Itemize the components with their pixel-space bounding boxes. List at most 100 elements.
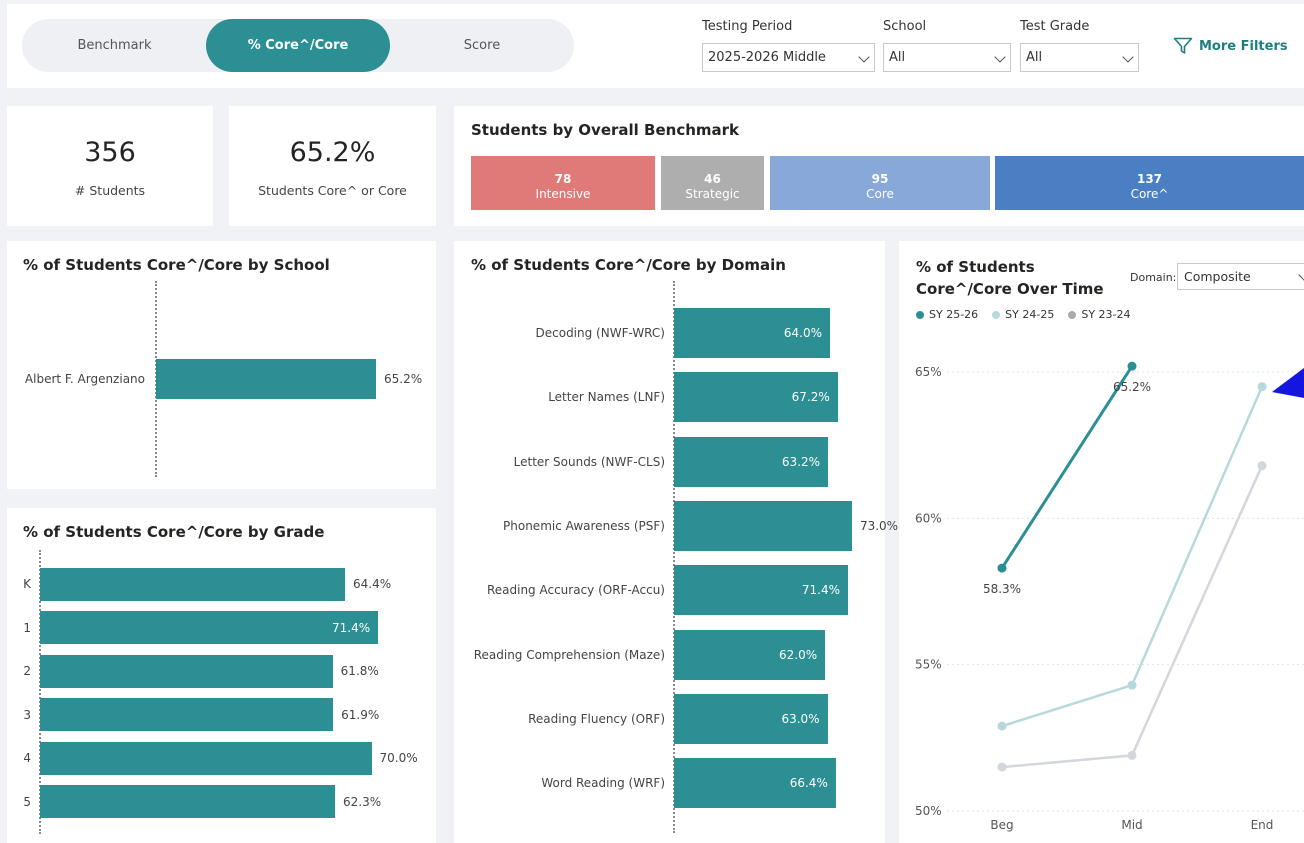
testing-period-filter: Testing Period 2025-2026 Middle: [702, 19, 875, 72]
data-label: 64.4%: [353, 577, 392, 591]
benchmark-segment-core[interactable]: 95 Core: [770, 156, 990, 210]
benchmark-segment-strategic[interactable]: 46 Strategic: [661, 156, 764, 210]
school-dropdown[interactable]: All: [883, 43, 1011, 72]
segment-label: Strategic: [685, 187, 740, 201]
category-label: 4: [23, 751, 31, 765]
test-grade-dropdown[interactable]: All: [1020, 43, 1139, 72]
pointer-arrow-icon: [1272, 368, 1304, 398]
core-kpi-card: 65.2% Students Core^ or Core: [229, 106, 436, 226]
category-label: Albert F. Argenziano: [24, 372, 145, 386]
benchmark-title: Students by Overall Benchmark: [471, 121, 740, 139]
axis-line: [673, 281, 675, 833]
tab-score[interactable]: Score: [390, 19, 574, 72]
category-label: Reading Comprehension (Maze): [473, 647, 665, 662]
test-grade-value: All: [1026, 50, 1043, 65]
school-value: All: [889, 50, 906, 65]
time-chart-card: % of Students Core^/Core Over Time Domai…: [899, 241, 1304, 843]
bar[interactable]: [156, 359, 376, 399]
category-label: Reading Accuracy (ORF-Accu): [486, 583, 665, 598]
category-label: 2: [23, 664, 31, 678]
school-chart-title: % of Students Core^/Core by School: [23, 256, 330, 274]
tab-benchmark[interactable]: Benchmark: [22, 19, 207, 72]
benchmark-card: Students by Overall Benchmark 78 Intensi…: [454, 106, 1304, 226]
data-label: 63.2%: [781, 454, 821, 469]
data-label: 62.3%: [343, 794, 382, 809]
data-label: 62.0%: [779, 647, 818, 662]
series-point: [1257, 382, 1267, 392]
chevron-down-icon: [1122, 51, 1134, 63]
benchmark-segment-intensive[interactable]: 78 Intensive: [471, 156, 655, 210]
chevron-down-icon: [858, 51, 870, 63]
category-label: Letter Sounds (NWF-CLS): [513, 454, 665, 469]
point-data-label: 65.2%: [1113, 380, 1151, 394]
data-label: 70.0%: [379, 751, 418, 765]
category-label: Phonemic Awareness (PSF): [503, 518, 665, 533]
category-label: Reading Fluency (ORF): [528, 711, 665, 726]
data-label: 64.0%: [783, 326, 822, 340]
grade-chart-card: % of Students Core^/Core by Grade K 64.4%…: [7, 508, 436, 843]
series-point: [1257, 461, 1267, 471]
more-filters-button[interactable]: More Filters: [1173, 37, 1288, 55]
top-bar: Benchmark % Core^/Core Score Testing Per…: [7, 4, 1304, 88]
bar[interactable]: [40, 567, 345, 601]
tab-core-percent[interactable]: % Core^/Core: [206, 19, 390, 72]
testing-period-label: Testing Period: [702, 19, 793, 34]
students-count-label: # Students: [74, 183, 146, 198]
students-kpi-card: 356 # Students: [7, 106, 213, 226]
data-label: 71.4%: [332, 620, 371, 635]
grade-chart-title: % of Students Core^/Core by Grade: [23, 523, 325, 541]
data-label: 71.4%: [801, 583, 841, 598]
testing-period-value: 2025-2026 Middle: [708, 50, 826, 65]
data-label: 65.2%: [384, 372, 423, 386]
series-point: [1127, 750, 1137, 760]
series-line: [1001, 465, 1264, 769]
series-point: [997, 563, 1007, 573]
bar[interactable]: [40, 741, 372, 775]
domain-chart-card: % of Students Core^/Core by Domain Decod…: [454, 241, 898, 843]
category-label: Letter Names (LNF): [548, 390, 665, 405]
y-tick-label: 65%: [915, 365, 942, 379]
bar[interactable]: [40, 698, 334, 731]
series-point: [997, 721, 1007, 731]
school-filter: School All: [883, 19, 1011, 72]
segment-count: 95: [871, 172, 889, 186]
segment-label: Intensive: [535, 187, 591, 201]
school-chart-card: % of Students Core^/Core by School Alber…: [7, 241, 436, 489]
filter-icon: [1173, 37, 1193, 54]
core-percent: 65.2%: [289, 137, 376, 168]
data-label: 61.8%: [340, 664, 379, 678]
x-tick-label: End: [1251, 818, 1274, 832]
bar[interactable]: [40, 611, 379, 644]
students-count: 356: [84, 137, 136, 168]
x-tick-label: Mid: [1121, 818, 1142, 832]
series-line: [1000, 365, 1134, 569]
category-label: Decoding (NWF-WRC): [535, 326, 666, 340]
segment-count: 137: [1136, 172, 1163, 186]
series-line: [1001, 386, 1264, 728]
series-point: [1127, 361, 1137, 371]
category-label: K: [23, 577, 31, 591]
x-tick-label: Beg: [990, 818, 1013, 832]
y-tick-label: 60%: [915, 511, 942, 525]
data-label: 63.0%: [781, 711, 820, 726]
category-label: Word Reading (WRF): [541, 776, 665, 791]
segment-label: Core: [866, 187, 894, 201]
data-label: 67.2%: [791, 390, 830, 405]
benchmark-segment-core-plus[interactable]: 137 Core^: [995, 156, 1304, 210]
series-point: [997, 762, 1007, 772]
segment-count: 46: [704, 172, 721, 186]
chevron-down-icon: [994, 51, 1006, 63]
category-label: 1: [23, 620, 31, 635]
category-label: 3: [23, 707, 31, 722]
bar[interactable]: [674, 500, 852, 551]
bar[interactable]: [40, 785, 336, 818]
bar[interactable]: [40, 654, 333, 688]
more-filters-label: More Filters: [1199, 38, 1288, 54]
test-grade-label: Test Grade: [1020, 19, 1090, 34]
data-label: 66.4%: [789, 776, 828, 791]
data-label: 73.0%: [859, 518, 899, 533]
category-label: 5: [23, 794, 31, 809]
testing-period-dropdown[interactable]: 2025-2026 Middle: [702, 43, 875, 72]
school-label: School: [883, 19, 927, 34]
data-label: 61.9%: [341, 707, 380, 722]
